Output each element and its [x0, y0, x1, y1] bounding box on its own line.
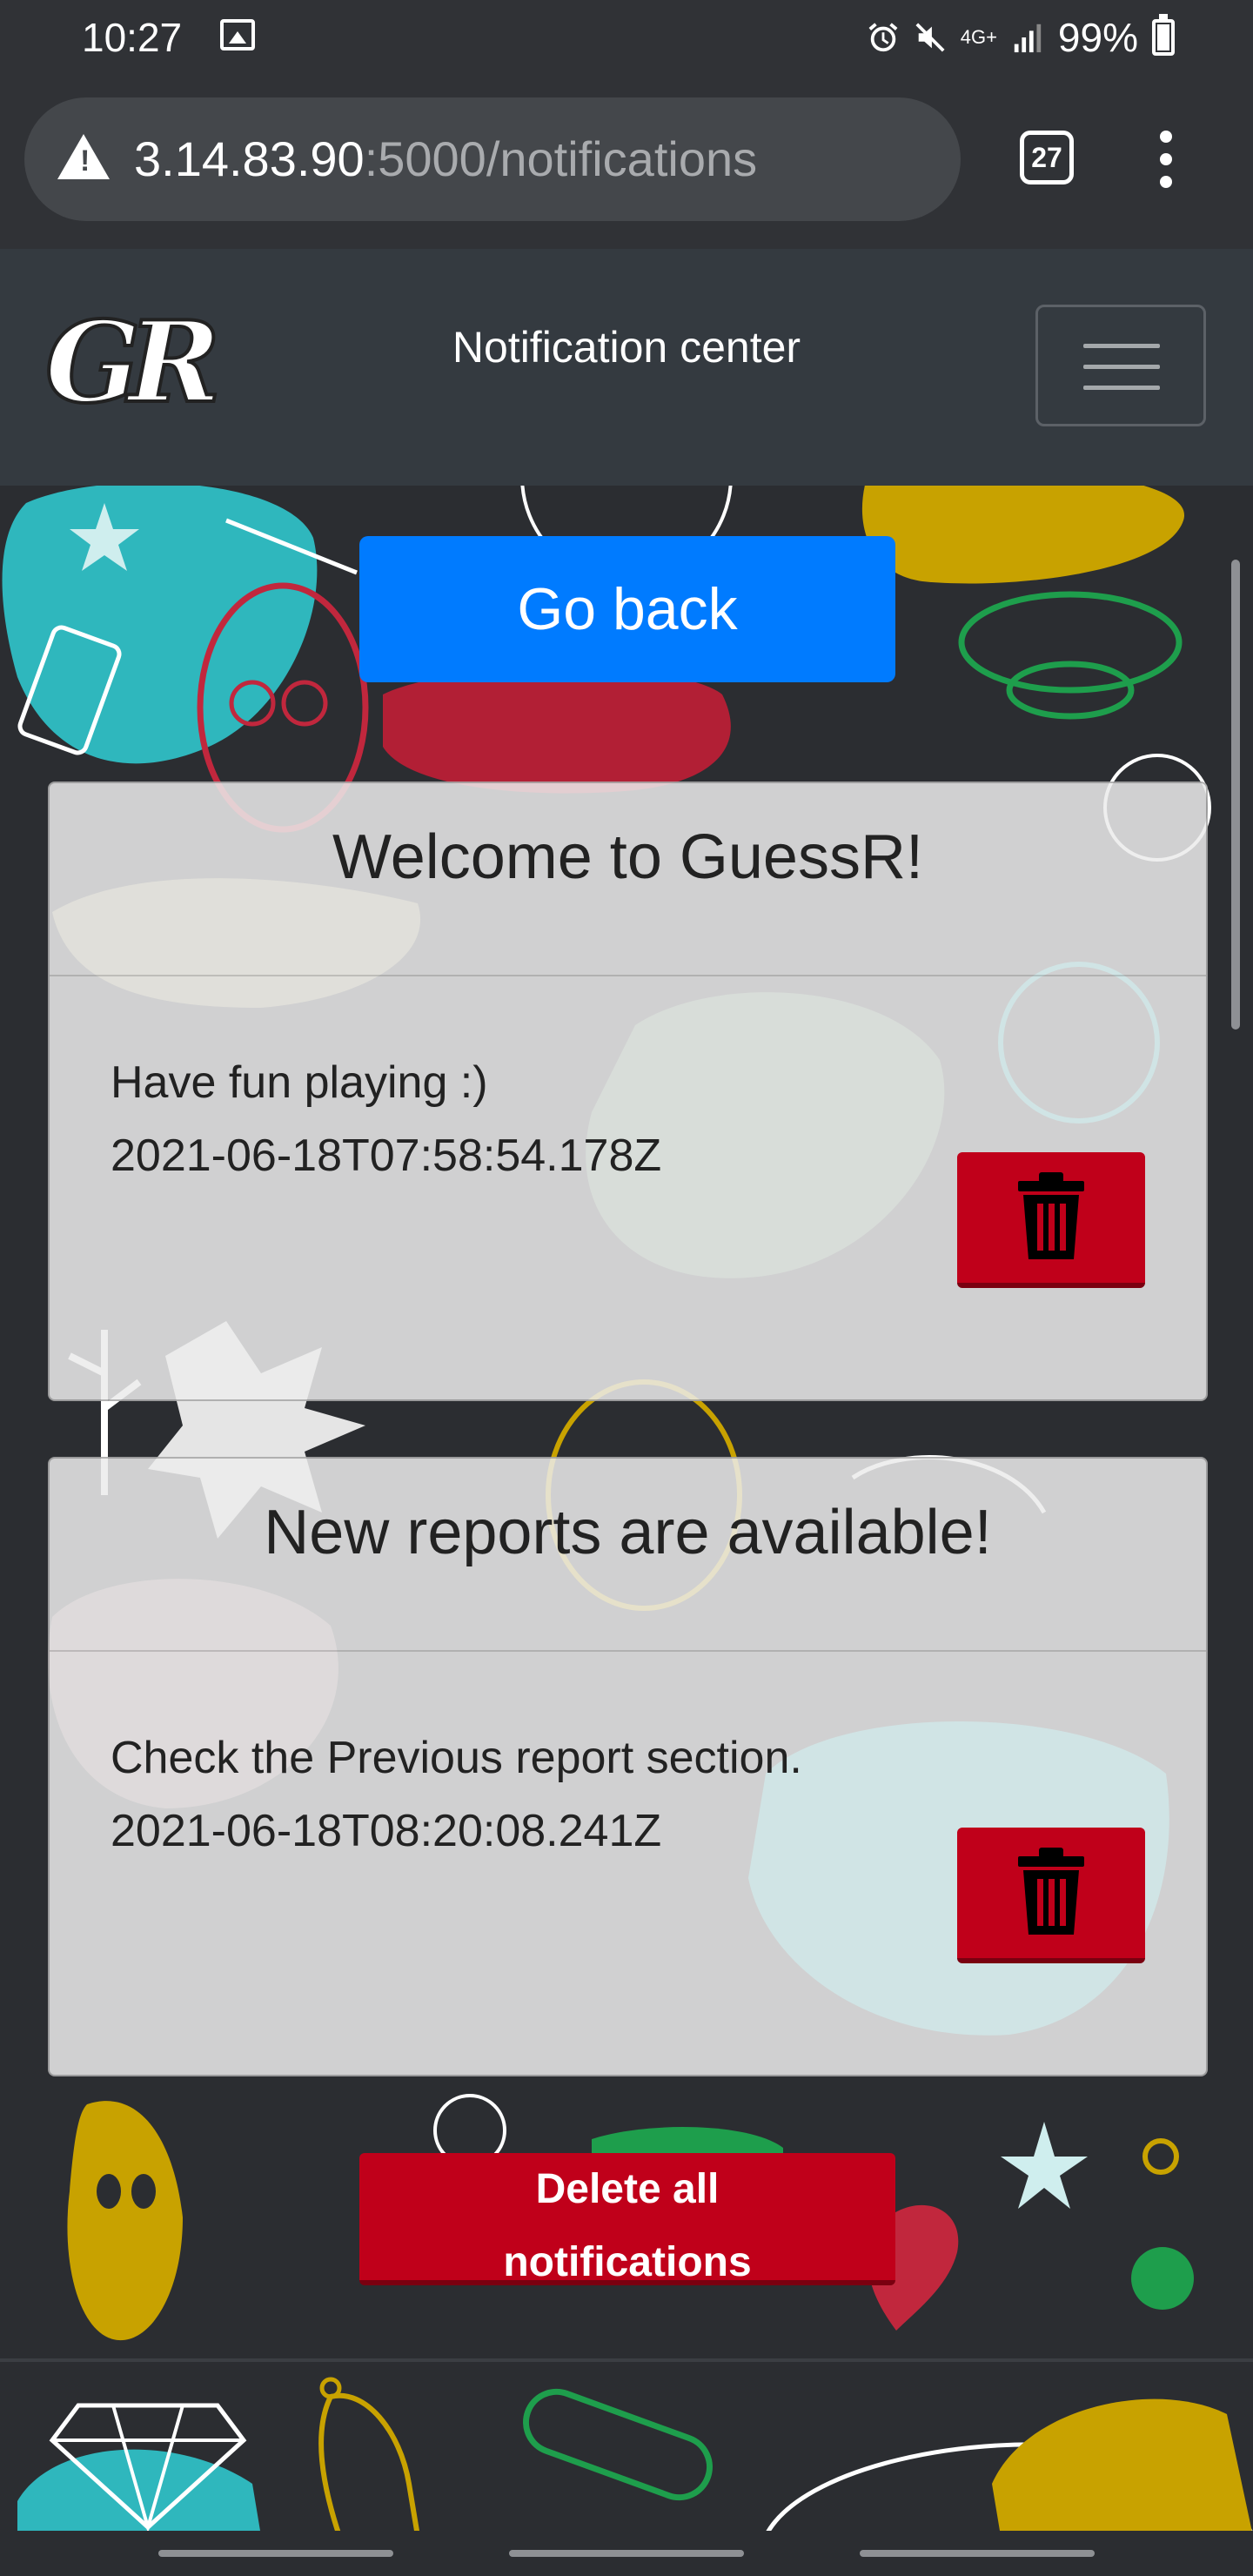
notification-message: Check the Previous report section.	[111, 1733, 802, 1783]
status-time: 10:27	[82, 15, 183, 60]
app-navbar: GR Notification center	[0, 249, 1253, 486]
delete-all-label-line1: Delete all	[535, 2166, 720, 2212]
notification-title: New reports are available!	[50, 1459, 1206, 1652]
delete-all-label-line2: notifications	[503, 2239, 752, 2285]
battery-percent: 99%	[1057, 15, 1138, 60]
battery-icon	[1152, 14, 1175, 56]
status-icons: 4G+ 99%	[867, 14, 1175, 61]
warning-icon[interactable]: !	[57, 134, 110, 179]
url-text[interactable]: 3.14.83.90:5000/notifications	[134, 131, 757, 187]
footer	[0, 2362, 1253, 2536]
tab-switcher-button[interactable]: 27	[1020, 131, 1074, 184]
system-navigation-bar	[0, 2531, 1253, 2576]
mute-icon	[915, 23, 945, 52]
recent-apps-gesture[interactable]	[158, 2550, 393, 2557]
address-bar[interactable]: ! 3.14.83.90:5000/notifications	[24, 97, 961, 221]
home-gesture[interactable]	[509, 2550, 744, 2557]
notification-body: Have fun playing :) 2021-06-18T07:58:54.…	[50, 976, 1206, 1288]
browser-toolbar: ! 3.14.83.90:5000/notifications 27	[0, 78, 1253, 249]
network-type: 4G+	[960, 26, 997, 48]
browser-menu-icon[interactable]	[1157, 131, 1175, 191]
notification-message: Have fun playing :)	[111, 1057, 488, 1108]
notification-body: Check the Previous report section. 2021-…	[50, 1652, 1206, 1963]
alarm-icon	[868, 23, 898, 52]
notification-title: Welcome to GuessR!	[50, 783, 1206, 976]
back-gesture[interactable]	[860, 2550, 1095, 2557]
status-bar: 10:27 4G+ 99%	[0, 0, 1253, 78]
trash-icon	[1018, 1848, 1084, 1935]
gallery-notification-icon	[220, 19, 255, 50]
trash-icon	[1018, 1172, 1084, 1259]
notifications-content: Go back Welcome to GuessR! Have fun play…	[0, 486, 1253, 2358]
background-doodles	[2, 486, 1240, 2341]
notification-card: New reports are available! Check the Pre…	[48, 1457, 1208, 2076]
notification-card: Welcome to GuessR! Have fun playing :) 2…	[48, 782, 1208, 1401]
footer-doodles	[17, 2377, 1253, 2536]
go-back-button[interactable]: Go back	[359, 536, 895, 682]
signal-icon	[1014, 23, 1042, 53]
menu-toggle-button[interactable]	[1035, 305, 1206, 426]
delete-all-notifications-button[interactable]: Delete all notifications	[359, 2153, 895, 2285]
delete-notification-button[interactable]	[957, 1152, 1145, 1288]
delete-notification-button[interactable]	[957, 1828, 1145, 1963]
